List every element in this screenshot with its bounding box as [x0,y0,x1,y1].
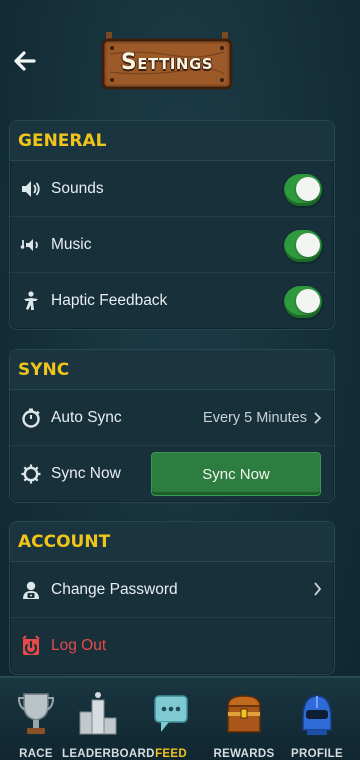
general-section-title: GENERAL [10,121,334,161]
nav-item-rewards[interactable]: REWARDS [208,678,280,760]
music-label: Music [51,235,92,253]
setting-row-music: Music [10,217,334,273]
music-toggle[interactable] [284,230,322,262]
setting-row-sounds: Sounds [10,161,334,217]
auto-sync-value[interactable]: Every 5 Minutes [203,390,322,446]
nav-label-rewards: REWARDS [213,748,275,760]
haptic-icon [20,290,42,312]
haptic-feedback-label: Haptic Feedback [51,292,168,309]
gear-icon [20,463,42,485]
nav-label-profile: PROFILE [291,748,343,760]
toggle-knob [296,177,320,201]
setting-row-change-password[interactable]: Change Password [10,562,334,618]
bottom-nav: RACE LEADERBOARD FEED REWARDS PROFILE [0,676,360,760]
setting-row-haptic: Haptic Feedback [10,273,334,329]
user-lock-icon [20,579,42,601]
sync-now-button[interactable]: Sync Now [151,452,321,496]
podium-icon [62,690,134,744]
general-panel: GENERAL Sounds Music Haptic Feedback [9,120,335,330]
back-arrow-icon [14,51,36,71]
nav-item-leaderboard[interactable]: LEADERBOARD [62,678,155,760]
page-title: Settings [120,49,214,75]
chevron-right-icon [314,412,322,424]
auto-sync-label: Auto Sync [51,408,122,426]
haptic-feedback-toggle[interactable] [284,286,322,318]
speaker-icon [20,178,42,200]
log-out-label: Log Out [51,637,107,654]
toggle-knob [296,289,320,313]
change-password-label: Change Password [51,580,178,598]
treasure-chest-icon [208,690,280,744]
sounds-label: Sounds [51,179,104,197]
account-section-title: ACCOUNT [10,522,334,562]
setting-row-auto-sync[interactable]: Auto Sync Every 5 Minutes [10,390,334,446]
chevron-right-icon [314,582,322,596]
logout-icon [20,635,42,657]
sync-panel: SYNC Auto Sync Every 5 Minutes Sync Now … [9,349,335,503]
settings-screen: Settings GENERAL Sounds Music Haptic Fee… [0,0,360,760]
nav-item-feed[interactable]: FEED [135,678,207,760]
music-speaker-icon [20,234,42,256]
sounds-toggle[interactable] [284,174,322,206]
chat-icon [135,690,207,744]
nav-label-leaderboard: LEADERBOARD [62,748,155,760]
account-panel: ACCOUNT Change Password Log Out [9,521,335,675]
helmet-icon [281,690,353,744]
nav-label-feed: FEED [155,748,187,760]
auto-sync-interval: Every 5 Minutes [203,410,307,426]
nav-item-profile[interactable]: PROFILE [281,678,353,760]
setting-row-log-out[interactable]: Log Out [10,618,334,674]
toggle-knob [296,233,320,257]
title-plank: Settings [100,30,234,94]
sync-section-title: SYNC [10,350,334,390]
header: Settings [0,0,360,112]
setting-row-sync-now: Sync Now Sync Now [10,446,334,502]
back-button[interactable] [8,44,42,78]
timer-icon [20,407,42,429]
sync-now-label: Sync Now [51,465,121,482]
